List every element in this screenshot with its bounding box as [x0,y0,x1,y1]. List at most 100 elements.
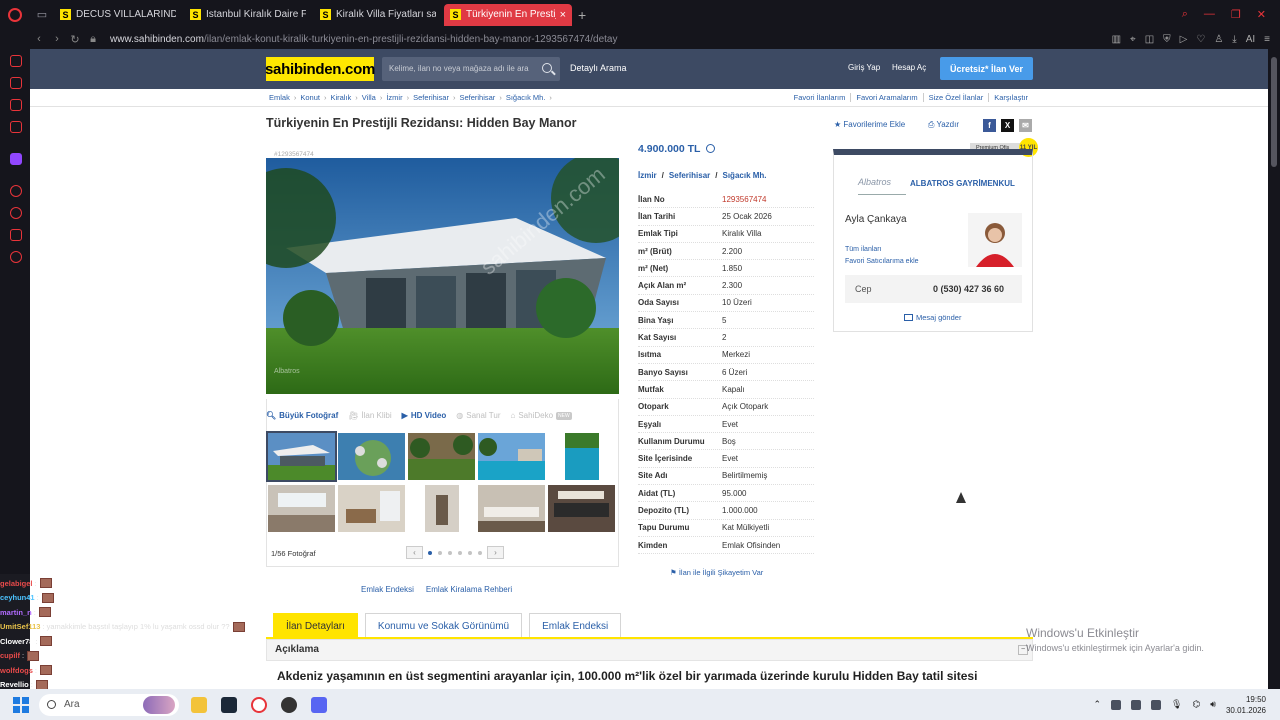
thumbnail[interactable] [548,433,615,480]
tab-detail-1[interactable]: Konumu ve Sokak Görünümü [364,613,523,638]
obs-icon[interactable] [281,696,297,713]
thumbnail[interactable] [548,485,615,532]
all-ads-link[interactable]: Tüm ilanları [845,246,882,253]
browser-tab[interactable]: S Türkiyenin En Prestijli Rezi× [444,3,572,26]
thumbnail[interactable] [338,433,405,480]
heart-icon[interactable]: ♡ [1196,34,1205,45]
facebook-share-icon[interactable]: f [983,119,996,132]
thumbnail[interactable] [266,431,337,482]
menu-icon[interactable]: ≡ [1264,34,1270,45]
pager-next-button[interactable]: › [487,546,504,559]
pager-dot[interactable] [458,550,462,555]
pin-icon[interactable]: ⌖ [1130,34,1136,45]
breadcrumb-item[interactable]: Sığacık Mh. [506,93,546,102]
sidebar-player-icon[interactable] [10,185,22,197]
chat-username[interactable]: Clower78 [0,637,33,646]
main-photo[interactable]: sahibinden.com Albatros [266,158,619,394]
sidebar-extensions-icon[interactable] [10,229,22,241]
close-window-icon[interactable]: ✕ [1257,8,1266,21]
print-link[interactable]: ⎙ Yazdır [928,120,959,130]
tray-app-icon[interactable] [1150,699,1161,710]
volume-icon[interactable]: 🔊︎ [1210,699,1216,710]
opera-logo-icon[interactable] [0,0,30,29]
quick-link[interactable]: Favori Aramalarım [850,93,922,102]
breadcrumb-item[interactable]: Emlak [269,93,290,102]
tab-menu-icon[interactable]: ▭ [30,0,54,29]
tray-app-icon[interactable] [1130,699,1141,710]
pager-dot[interactable] [448,550,452,555]
clock[interactable]: 19:50 30.01.2026 [1226,694,1266,716]
tray-app-icon[interactable] [1110,699,1121,710]
browser-tab[interactable]: S DECUS VİLLALARINDA KA [54,4,182,26]
forward-icon[interactable]: › [48,33,66,45]
tray-chevron-icon[interactable]: ⌃ [1093,699,1101,710]
quick-link[interactable]: Size Özel İlanlar [922,93,989,102]
location-link[interactable]: İzmir [638,171,657,180]
search-icon[interactable] [542,63,552,73]
location-link[interactable]: Seferihisar [669,171,710,180]
chat-username[interactable]: martin_n [0,608,32,617]
pager-prev-button[interactable]: ‹ [406,546,423,559]
page-scrollbar[interactable] [1268,49,1280,689]
browser-tab[interactable]: S İstanbul Kiralık Daire Fiyat [184,4,312,26]
quick-link[interactable]: Karşılaştır [988,93,1033,102]
add-favorite-link[interactable]: ★ Favorilerime Ekle [834,120,905,129]
reader-icon[interactable]: ▥ [1112,34,1121,45]
url-field[interactable]: www.sahibinden.com/ilan/emlak-konut-kira… [110,34,617,45]
maximize-icon[interactable]: ❐ [1231,8,1241,21]
breadcrumb-item[interactable]: Seferihisar [459,93,495,102]
discord-icon[interactable] [311,696,327,713]
x-share-icon[interactable]: X [1001,119,1014,132]
sidebar-chat-icon[interactable] [10,99,22,111]
ai-icon[interactable]: AI [1246,34,1255,45]
site-logo[interactable]: sahibinden.com [265,57,375,81]
breadcrumb-item[interactable]: Seferihisar [413,93,449,102]
steam-icon[interactable] [221,696,237,713]
shield-icon[interactable]: ⛨ [1163,34,1171,45]
opera-icon[interactable] [251,696,267,713]
file-explorer-icon[interactable] [191,696,207,713]
chat-username[interactable]: Revellio [0,680,29,689]
bottom-link[interactable]: Emlak Kiralama Rehberi [426,585,512,594]
pager-dot[interactable] [428,550,432,555]
sidebar-bag-icon[interactable] [10,77,22,89]
tab-detail-0[interactable]: İlan Detayları [273,613,358,638]
search-tabs-icon[interactable]: ⌕ [1182,8,1188,21]
taskbar-widget[interactable] [143,695,175,714]
agency-logo[interactable]: Albatros [858,169,906,195]
breadcrumb-item[interactable]: İzmir [386,93,402,102]
download-icon[interactable]: ⤓ [1232,34,1236,45]
send-message-link[interactable]: Mesaj gönder [904,313,961,322]
chat-username[interactable]: ceyhun41 [0,593,35,602]
email-share-icon[interactable]: ✉ [1019,119,1032,132]
sidebar-history-icon[interactable] [10,207,22,219]
login-link[interactable]: Giriş Yap [848,63,880,72]
pager-dot[interactable] [468,550,472,555]
photo-tool-2[interactable]: ▶ HD Video [402,411,447,420]
search-input[interactable]: Kelime, ilan no veya mağaza adı ile ara [382,57,560,81]
agency-name[interactable]: ALBATROS GAYRİMENKUL [910,179,1015,188]
breadcrumb-item[interactable]: Kiralık [330,93,351,102]
thumbnail[interactable] [478,433,545,480]
minimize-icon[interactable]: — [1204,8,1215,21]
complaint-link[interactable]: ⚑ İlan ile İlgili Şikayetim Var [670,568,763,577]
chat-username[interactable]: gelabigel [0,579,33,588]
sidebar-settings-icon[interactable] [10,251,22,263]
chat-username[interactable]: cupilf [0,651,20,660]
play-icon[interactable]: ▷ [1180,34,1188,45]
thumbnail[interactable] [408,485,475,532]
back-icon[interactable]: ‹ [30,33,48,45]
location-link[interactable]: Sığacık Mh. [723,171,767,180]
pager-dot[interactable] [478,550,482,555]
start-button[interactable] [13,696,29,713]
quick-link[interactable]: Favori İlanlarım [789,93,851,102]
close-tab-icon[interactable]: × [556,9,566,21]
new-tab-plus-icon[interactable]: + [578,7,586,23]
browser-tab[interactable]: S Kiralık Villa Fiyatları sahibi [314,4,442,26]
sidebar-instagram-icon[interactable] [10,121,22,133]
sidebar-twitch-icon[interactable] [10,153,22,165]
breadcrumb-item[interactable]: Villa [362,93,376,102]
post-ad-button[interactable]: Ücretsiz* İlan Ver [940,57,1033,80]
breadcrumb-item[interactable]: Konut [300,93,320,102]
chat-username[interactable]: UmitSef113 [0,622,40,631]
